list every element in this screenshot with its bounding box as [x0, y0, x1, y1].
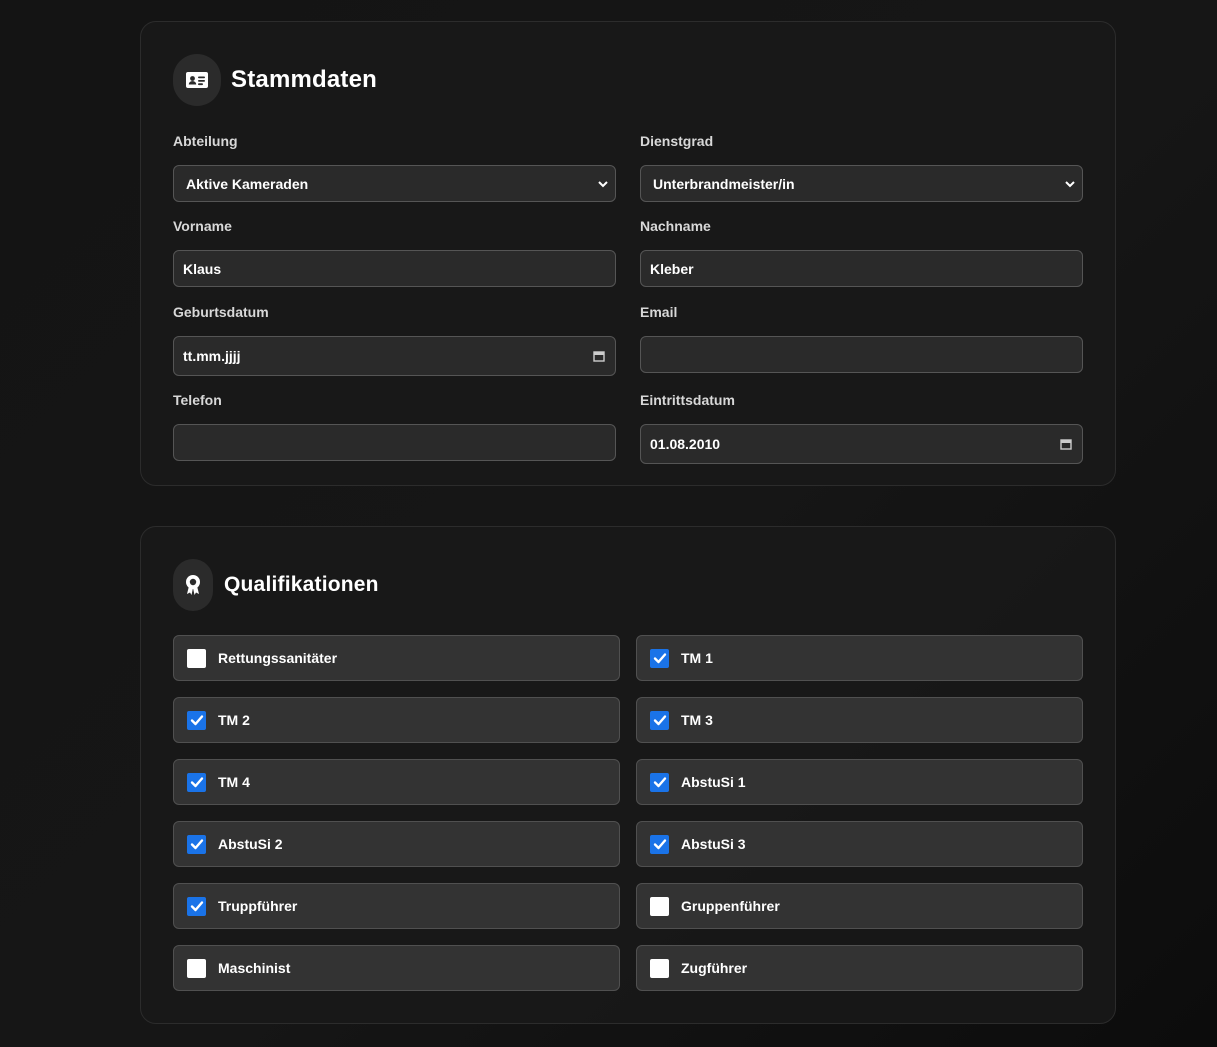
chevron-down-icon [1065, 180, 1075, 187]
qualifikation-item[interactable]: TM 2 [173, 697, 620, 743]
qualifikation-label: TM 4 [218, 774, 250, 790]
id-card-icon [173, 54, 221, 106]
dienstgrad-label: Dienstgrad [640, 133, 714, 149]
checkbox[interactable] [187, 896, 206, 916]
checkmark-icon [190, 901, 203, 912]
telefon-input[interactable] [173, 424, 616, 461]
dienstgrad-field: Dienstgrad Unterbrandmeister/in [640, 132, 1083, 202]
checkmark-icon [190, 715, 203, 726]
eintrittsdatum-label: Eintrittsdatum [640, 392, 735, 408]
qualifikation-label: Gruppenführer [681, 898, 780, 914]
checkbox[interactable] [650, 772, 669, 792]
qualifikation-item[interactable]: Truppführer [173, 883, 620, 929]
checkmark-icon [653, 777, 666, 788]
qualifikation-item[interactable]: AbstuSi 2 [173, 821, 620, 867]
checkbox[interactable] [650, 896, 669, 916]
qualifikation-item[interactable]: TM 1 [636, 635, 1083, 681]
qualifikation-label: Zugführer [681, 960, 748, 976]
checkmark-icon [653, 715, 666, 726]
email-label: Email [640, 304, 678, 320]
checkbox[interactable] [650, 648, 669, 668]
qualifikation-label: Truppführer [218, 898, 298, 914]
qualifikation-label: Rettungssanitäter [218, 650, 338, 666]
qualifikation-item[interactable]: TM 3 [636, 697, 1083, 743]
checkbox[interactable] [650, 834, 669, 854]
checkmark-icon [653, 653, 666, 664]
stammdaten-card: Stammdaten Abteilung Aktive Kameraden Di… [140, 21, 1116, 486]
checkmark-icon [190, 839, 203, 850]
telefon-field: Telefon [173, 391, 616, 461]
chevron-down-icon [598, 180, 608, 187]
checkmark-icon [190, 777, 203, 788]
checkbox[interactable] [187, 710, 206, 730]
qualifikationen-card: Qualifikationen Rettungssanitäter TM 1 TM … [140, 526, 1116, 1024]
abteilung-value: Aktive Kameraden [186, 175, 309, 192]
abteilung-field: Abteilung Aktive Kameraden [173, 132, 616, 202]
geburtsdatum-input[interactable]: tt.mm.jjjj [173, 336, 616, 376]
checkbox[interactable] [187, 772, 206, 792]
vorname-value: Klaus [183, 260, 222, 277]
checkbox[interactable] [187, 648, 206, 668]
vorname-input[interactable]: Klaus [173, 250, 616, 287]
dienstgrad-value: Unterbrandmeister/in [653, 175, 795, 192]
qualifikation-item[interactable]: TM 4 [173, 759, 620, 805]
geburtsdatum-value: tt.mm.jjjj [183, 348, 241, 364]
email-field: Email [640, 303, 1083, 373]
qualifikation-item[interactable]: AbstuSi 3 [636, 821, 1083, 867]
qualifikation-label: AbstuSi 3 [681, 836, 746, 852]
geburtsdatum-label: Geburtsdatum [173, 304, 269, 320]
qualifikation-item[interactable]: Gruppenführer [636, 883, 1083, 929]
stammdaten-title: Stammdaten [231, 66, 378, 93]
qualifikation-item[interactable]: Zugführer [636, 945, 1083, 991]
qualifikation-label: AbstuSi 2 [218, 836, 283, 852]
qualifikation-item[interactable]: AbstuSi 1 [636, 759, 1083, 805]
qualifikation-label: AbstuSi 1 [681, 774, 746, 790]
qualifikationen-title: Qualifikationen [224, 573, 379, 596]
vorname-field: Vorname Klaus [173, 217, 616, 287]
eintrittsdatum-value: 01.08.2010 [650, 436, 721, 452]
telefon-label: Telefon [173, 392, 222, 408]
nachname-label: Nachname [640, 218, 711, 234]
abteilung-label: Abteilung [173, 133, 238, 149]
dienstgrad-select[interactable]: Unterbrandmeister/in [640, 165, 1083, 202]
qualifikation-label: TM 3 [681, 712, 713, 728]
qualifikation-label: TM 2 [218, 712, 250, 728]
checkmark-icon [653, 839, 666, 850]
geburtsdatum-field: Geburtsdatum tt.mm.jjjj [173, 303, 616, 376]
vorname-label: Vorname [173, 218, 232, 234]
checkbox[interactable] [650, 958, 669, 978]
nachname-field: Nachname Kleber [640, 217, 1083, 287]
qualifikation-label: TM 1 [681, 650, 713, 666]
qualifikation-item[interactable]: Rettungssanitäter [173, 635, 620, 681]
nachname-value: Kleber [650, 260, 694, 277]
calendar-icon[interactable] [1060, 438, 1072, 450]
calendar-icon[interactable] [593, 350, 605, 362]
checkbox[interactable] [187, 958, 206, 978]
eintrittsdatum-input[interactable]: 01.08.2010 [640, 424, 1083, 464]
stammdaten-header: Stammdaten [173, 54, 377, 106]
nachname-input[interactable]: Kleber [640, 250, 1083, 287]
checkbox[interactable] [650, 710, 669, 730]
qualifikationen-header: Qualifikationen [173, 559, 379, 611]
email-input[interactable] [640, 336, 1083, 373]
qualifikation-item[interactable]: Maschinist [173, 945, 620, 991]
qualifikation-label: Maschinist [218, 960, 291, 976]
eintrittsdatum-field: Eintrittsdatum 01.08.2010 [640, 391, 1083, 464]
checkbox[interactable] [187, 834, 206, 854]
award-icon [173, 559, 213, 611]
abteilung-select[interactable]: Aktive Kameraden [173, 165, 616, 202]
